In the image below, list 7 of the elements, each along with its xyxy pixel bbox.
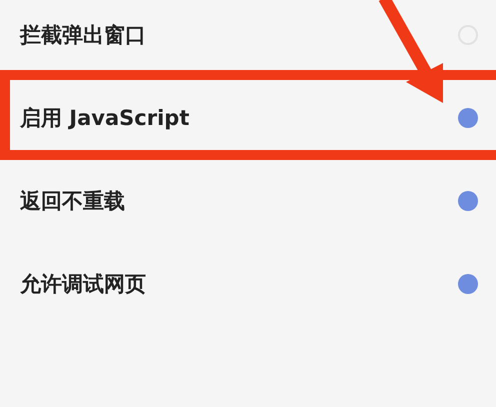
radio-dot[interactable] [458, 274, 478, 294]
setting-label: 返回不重载 [20, 188, 125, 214]
radio-dot[interactable] [458, 190, 478, 210]
setting-label: 允许调试网页 [20, 270, 146, 298]
setting-label: 启用 JavaScript [20, 104, 190, 132]
radio-dot[interactable] [458, 108, 478, 128]
setting-label: 拦截弹出窗口 [20, 22, 146, 48]
